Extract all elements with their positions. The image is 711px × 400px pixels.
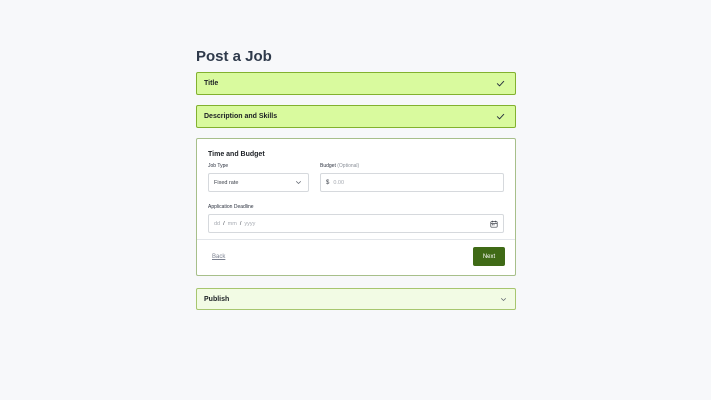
step-description-label: Description and Skills	[204, 113, 278, 120]
budget-optional-hint: (Optional)	[337, 163, 360, 169]
budget-label: Budget (Optional)	[320, 163, 504, 170]
application-deadline-input[interactable]: dd / mm / yyyy	[208, 214, 504, 233]
check-icon	[496, 80, 505, 87]
currency-symbol: $	[326, 179, 330, 186]
check-icon	[496, 113, 505, 120]
step-description-skills[interactable]: Description and Skills	[196, 105, 516, 128]
step-title-label: Title	[204, 80, 219, 87]
date-separator: /	[239, 220, 242, 227]
next-button[interactable]: Next	[473, 247, 505, 266]
date-placeholder: dd / mm / yyyy	[214, 221, 255, 227]
date-separator: /	[223, 220, 225, 227]
job-type-select[interactable]: Fixed rate	[208, 173, 309, 192]
budget-label-text: Budget	[320, 163, 336, 169]
budget-input[interactable]: $ 0.00	[320, 173, 504, 192]
budget-placeholder: 0.00	[333, 179, 345, 186]
step-publish-label: Publish	[204, 295, 230, 303]
panel-divider	[197, 239, 515, 240]
job-type-label: Job Type	[208, 163, 229, 169]
step-publish[interactable]: Publish	[196, 288, 516, 310]
time-budget-panel: Time and Budget Job Type Fixed rate Budg…	[196, 138, 516, 276]
back-link[interactable]: Back	[212, 254, 225, 260]
chevron-down-icon	[296, 181, 301, 184]
step-title[interactable]: Title	[196, 72, 516, 95]
time-budget-heading: Time and Budget	[208, 151, 265, 158]
application-deadline-label: Application Deadline	[208, 204, 254, 210]
date-year: yyyy	[244, 220, 256, 227]
post-job-form: Post a Job Title Description and Skills …	[196, 48, 516, 310]
job-type-value: Fixed rate	[214, 179, 239, 186]
page-title: Post a Job	[196, 48, 272, 65]
chevron-down-icon	[501, 297, 506, 301]
date-day: dd	[214, 220, 221, 227]
date-month: mm	[227, 220, 237, 227]
calendar-icon[interactable]	[490, 220, 498, 228]
